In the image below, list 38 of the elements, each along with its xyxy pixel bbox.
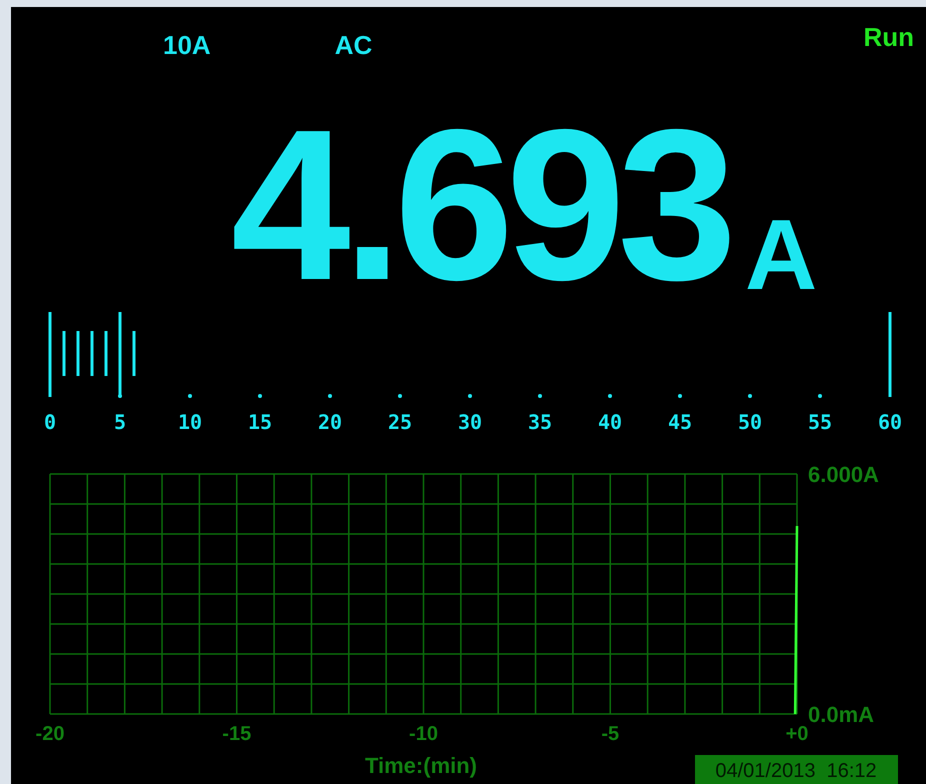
run-status: Run [863,22,914,52]
scale-label: 45 [668,410,692,434]
scale-dot [538,394,542,398]
scale-label: 25 [388,410,412,434]
scale-label: 10 [178,410,202,434]
scale-label: 55 [808,410,832,434]
x-axis-label: -5 [601,723,620,745]
x-axis-label: -10 [409,723,438,745]
scale-label: 50 [738,410,762,434]
scale-label: 40 [598,410,622,434]
x-axis-title: Time:(min) [364,753,478,778]
scale-label: 20 [318,410,342,434]
measurement-value: 4.693 [231,115,730,295]
x-axis-label: -20 [36,723,64,745]
date-time-text: 04/01/2013 16:12 [715,760,877,782]
scale-dot [398,394,402,398]
scale-label: 60 [878,410,902,434]
scale-dot [258,394,262,398]
x-axis-label: +0 [786,723,808,745]
scale-label: 35 [528,410,552,434]
x-axis-label: -15 [222,723,252,745]
scale-dot [188,394,192,398]
scale-label: 15 [248,410,272,434]
scale-dot [818,394,822,398]
scale-dot [678,394,682,398]
scale-dot [748,394,752,398]
unit-label: A [745,215,818,295]
scale-dot [328,394,332,398]
range-label: 10A [163,30,211,60]
coupling-label: AC [334,30,372,60]
scale-dot [118,394,122,398]
y-axis-label: 0.0mA [808,702,874,727]
scale-dot [468,394,472,398]
scale-label: 0 [44,410,56,434]
scale-label: 5 [114,410,126,434]
y-axis-label: 6.000A [808,462,879,487]
scale-label: 30 [458,410,482,434]
scale-dot [608,394,612,398]
